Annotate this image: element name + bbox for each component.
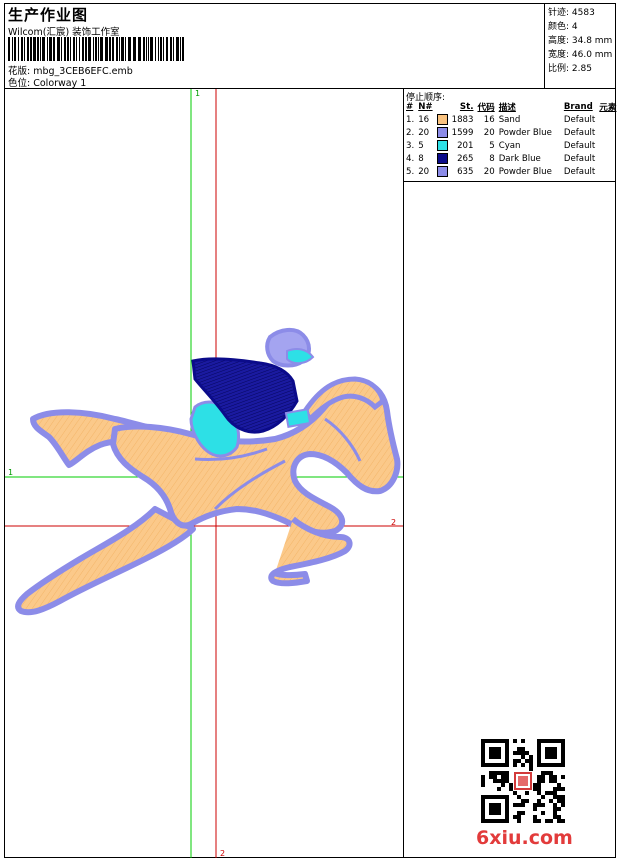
row-element	[597, 126, 618, 139]
row-index: 1.	[406, 114, 415, 125]
color-table-header: # N# St. 代码 描述 Brand 元素	[404, 101, 618, 113]
color-swatch	[436, 127, 448, 138]
row-stitches: 635	[457, 166, 474, 177]
color-swatch	[436, 166, 448, 177]
guide-label-left-green: 1	[8, 468, 13, 477]
row-swatch	[435, 113, 450, 126]
row-desc: Cyan	[498, 140, 521, 151]
row-code: 20	[483, 127, 495, 138]
row-desc: Powder Blue	[498, 166, 552, 177]
row-index: 3.	[406, 140, 415, 151]
page-title: 生产作业图	[8, 6, 89, 24]
row-swatch	[435, 152, 450, 165]
col-brand: Brand	[563, 102, 593, 112]
row-swatch	[435, 165, 450, 178]
color-swatch	[436, 114, 448, 125]
row-index: 2.	[406, 127, 415, 138]
col-needle: N#	[418, 102, 433, 112]
col-index: #	[406, 102, 414, 112]
row-swatch	[435, 139, 450, 152]
row-element	[597, 152, 618, 165]
row-needle: 20	[418, 127, 430, 138]
color-row: 3. 5 201 5 Cyan Default	[404, 139, 618, 152]
row-code: 16	[483, 114, 495, 125]
watermark-logo: 6xiu.com	[476, 827, 573, 849]
color-swatch	[436, 153, 448, 164]
stat-colors: 颜色: 4	[548, 22, 578, 32]
row-brand: Default	[563, 166, 596, 177]
row-index: 4.	[406, 153, 415, 164]
row-stitches: 201	[457, 140, 474, 151]
table-bottom-divider	[403, 181, 616, 182]
row-brand: Default	[563, 140, 596, 151]
stats-panel: 针迹: 4583 颜色: 4 高度: 34.8 mm 宽度: 46.0 mm 比…	[545, 3, 616, 89]
row-brand: Default	[563, 153, 596, 164]
row-code: 5	[489, 140, 495, 151]
row-code: 20	[483, 166, 495, 177]
row-needle: 16	[418, 114, 430, 125]
guide-label-right-red: 2	[391, 518, 396, 527]
guide-label-bottom-red: 2	[220, 849, 225, 858]
row-desc: Dark Blue	[498, 153, 541, 164]
color-row: 4. 8 265 8 Dark Blue Default	[404, 152, 618, 165]
row-stitches: 1599	[451, 127, 474, 138]
color-row: 5. 20 635 20 Powder Blue Default	[404, 165, 618, 178]
row-stitches: 265	[457, 153, 474, 164]
col-element: 元素	[599, 103, 617, 113]
guide-label-top-green: 1	[195, 89, 200, 98]
horse-hind-leg	[15, 506, 196, 616]
row-stitches: 1883	[451, 114, 474, 125]
row-desc: Sand	[498, 114, 521, 125]
stat-width: 宽度: 46.0 mm	[548, 50, 613, 60]
rider-glove	[284, 408, 312, 428]
row-index: 5.	[406, 166, 415, 177]
design-canvas: 1 1 2 2	[5, 89, 403, 858]
color-swatch	[436, 140, 448, 151]
stat-ratio: 比例: 2.85	[548, 64, 592, 74]
row-needle: 8	[418, 153, 424, 164]
stat-stitches: 针迹: 4583	[548, 8, 595, 18]
row-code: 8	[489, 153, 495, 164]
barcode	[8, 37, 184, 61]
row-desc: Powder Blue	[498, 127, 552, 138]
column-divider	[403, 89, 404, 858]
row-brand: Default	[563, 127, 596, 138]
color-row: 1. 16 1883 16 Sand Default	[404, 113, 618, 126]
embroidery-horse-rider	[15, 328, 401, 616]
studio-name: Wilcom(汇宸) 装饰工作室	[8, 27, 120, 38]
col-swatch	[435, 101, 450, 113]
stat-height: 高度: 34.8 mm	[548, 36, 613, 46]
color-table: # N# St. 代码 描述 Brand 元素 1. 16 1883 16 Sand De…	[404, 101, 618, 178]
col-code: 代码	[477, 103, 495, 113]
row-element	[597, 165, 618, 178]
col-stitches: St.	[459, 102, 474, 112]
colorway-line: 色位: Colorway 1	[8, 75, 86, 89]
row-needle: 5	[418, 140, 424, 151]
col-desc: 描述	[498, 103, 516, 113]
qr-code[interactable]	[481, 739, 565, 823]
row-brand: Default	[563, 114, 596, 125]
row-needle: 20	[418, 166, 430, 177]
row-element	[597, 139, 618, 152]
color-row: 2. 20 1599 20 Powder Blue Default	[404, 126, 618, 139]
row-swatch	[435, 126, 450, 139]
row-element	[597, 113, 618, 126]
